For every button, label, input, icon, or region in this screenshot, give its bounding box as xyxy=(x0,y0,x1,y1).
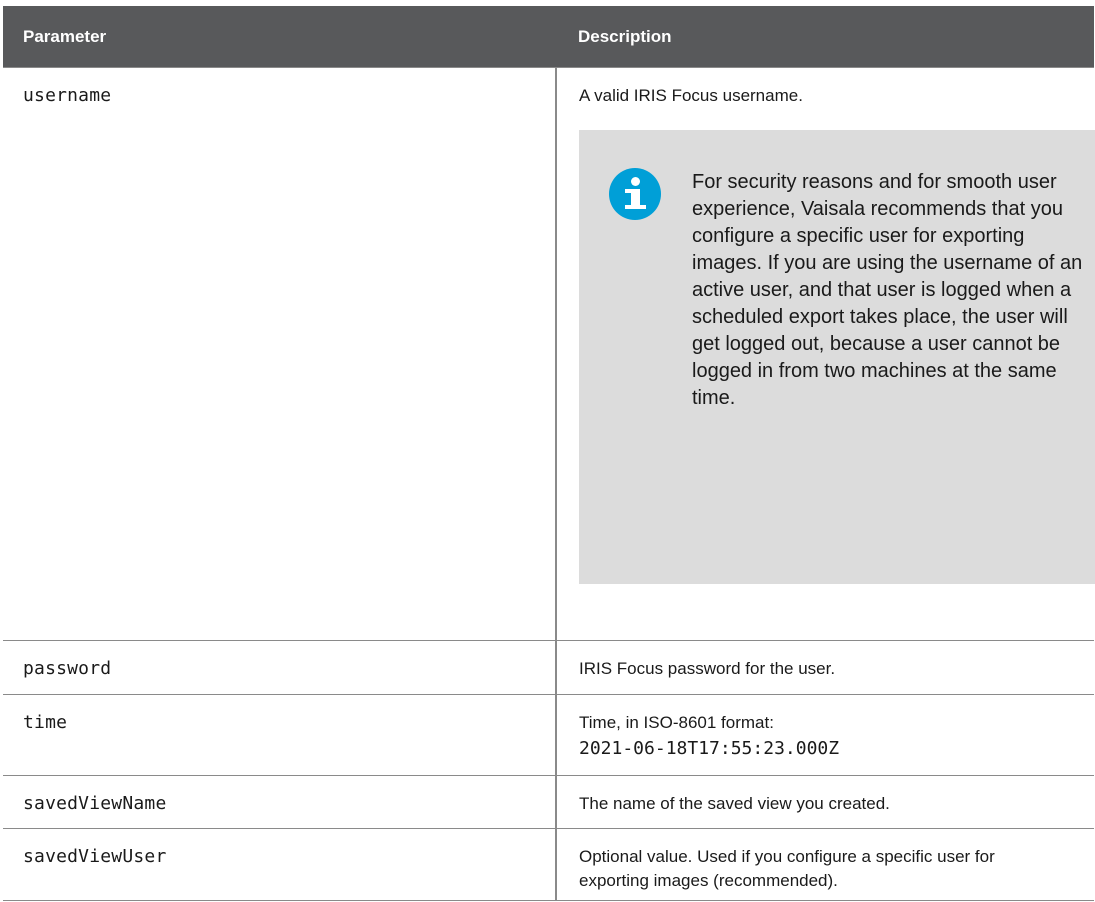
parameters-table: Parameter Description username A valid I… xyxy=(3,6,1095,901)
table-header-row: Parameter Description xyxy=(3,6,1094,68)
param-cell: savedViewUser xyxy=(3,828,557,901)
table-row: savedViewUser Optional value. Used if yo… xyxy=(3,828,1094,901)
table-row: username A valid IRIS Focus username. Fo… xyxy=(3,67,1095,641)
description-cell: A valid IRIS Focus username. For securit… xyxy=(556,67,1095,641)
description-cell: IRIS Focus password for the user. xyxy=(556,640,1094,695)
table-row: password IRIS Focus password for the use… xyxy=(3,640,1094,695)
description-cell: Optional value. Used if you configure a … xyxy=(556,828,1094,901)
note-text: For security reasons and for smooth user… xyxy=(692,171,1083,409)
header-description: Description xyxy=(556,6,1094,68)
param-cell: password xyxy=(3,640,557,695)
param-cell: username xyxy=(3,67,557,641)
table-row: savedViewName The name of the saved view… xyxy=(3,775,1094,829)
description-text: A valid IRIS Focus username. xyxy=(579,86,803,105)
param-cell: savedViewName xyxy=(3,775,557,829)
param-cell: time xyxy=(3,694,557,776)
description-cell: The name of the saved view you created. xyxy=(556,775,1094,829)
description-cell: Time, in ISO-8601 format: 2021-06-18T17:… xyxy=(556,694,1094,776)
table-row: time Time, in ISO-8601 format: 2021-06-1… xyxy=(3,694,1094,776)
info-note: For security reasons and for smooth user… xyxy=(579,130,1095,584)
header-parameter: Parameter xyxy=(3,6,556,68)
timestamp-example: 2021-06-18T17:55:23.000Z xyxy=(579,738,840,759)
info-icon xyxy=(609,168,661,220)
description-text: Time, in ISO-8601 format: xyxy=(579,713,774,732)
